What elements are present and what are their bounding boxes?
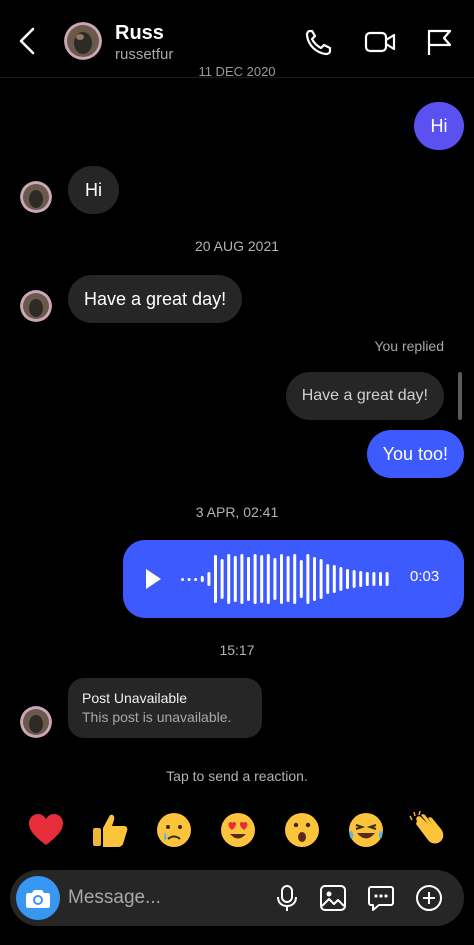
scrollbar[interactable] — [458, 372, 462, 420]
waveform-bar — [306, 554, 310, 604]
post-subtitle: This post is unavailable. — [82, 709, 232, 725]
date-separator: 20 AUG 2021 — [194, 238, 280, 254]
waveform-bar — [253, 554, 257, 604]
message-bubble-outgoing[interactable]: You too! — [366, 430, 464, 478]
waveform-bar — [200, 576, 204, 582]
waveform-bar — [280, 554, 283, 604]
laughing-face-reaction[interactable]: 😂 — [344, 810, 388, 854]
waveform-bar — [313, 557, 316, 601]
plus-icon[interactable] — [414, 883, 444, 913]
waveform-bar — [260, 555, 264, 603]
waveform-bar — [286, 556, 290, 602]
message-bubble-outgoing[interactable]: Hi — [414, 102, 464, 150]
waveform-bar — [273, 558, 277, 600]
clapping-hands-reaction[interactable]: 👏 — [406, 810, 450, 854]
reply-quote-bubble[interactable]: Have a great day! — [285, 372, 444, 420]
waveform-bar — [214, 555, 217, 603]
flag-icon[interactable] — [424, 28, 454, 56]
date-separator-clipped: 11 DEC 2020 — [198, 64, 276, 78]
camera-button[interactable] — [16, 876, 60, 920]
heart-eyes-reaction[interactable]: 😍 — [216, 810, 260, 854]
waveform-bar — [293, 554, 297, 604]
avatar[interactable] — [64, 22, 102, 60]
waveform-bar — [379, 572, 382, 586]
post-title: Post Unavailable — [82, 690, 188, 706]
waveform-bar — [207, 572, 211, 586]
video-icon[interactable] — [364, 28, 396, 56]
post-unavailable-card[interactable]: Post Unavailable This post is unavailabl… — [68, 678, 262, 738]
phone-icon[interactable] — [304, 28, 334, 56]
surprised-face-reaction[interactable]: 😮 — [280, 810, 324, 854]
waveform-bar — [326, 564, 330, 594]
waveform-bar — [266, 554, 270, 604]
avatar[interactable] — [20, 290, 52, 322]
waveform-bar — [181, 578, 184, 581]
waveform-bar — [332, 565, 336, 593]
waveform-bar — [365, 572, 369, 586]
you-replied-label: You replied — [374, 338, 444, 354]
waveform-bar — [240, 554, 244, 604]
timestamp: 15:17 — [219, 642, 255, 658]
waveform-bar — [339, 567, 343, 591]
camera-icon — [26, 890, 50, 908]
image-icon[interactable] — [318, 883, 348, 913]
waveform-bar — [247, 557, 250, 601]
waveform-bar — [299, 560, 303, 598]
waveform-bar — [220, 559, 224, 599]
contact-username[interactable]: russetfur — [115, 46, 173, 63]
heart-reaction[interactable]: ❤️ — [24, 810, 68, 854]
waveform[interactable] — [179, 552, 424, 606]
waveform-bar — [385, 572, 389, 586]
waveform-bar — [187, 578, 191, 581]
message-input[interactable] — [68, 884, 268, 912]
waveform-bar — [233, 556, 237, 602]
reaction-bar: ❤️ 👍 😢 😍 😮 😂 👏 — [0, 806, 474, 862]
voice-duration: 0:03 — [410, 568, 440, 585]
waveform-bar — [359, 571, 363, 587]
waveform-bar — [346, 569, 349, 589]
avatar[interactable] — [20, 706, 52, 738]
back-icon[interactable] — [14, 26, 42, 56]
play-icon[interactable] — [143, 567, 163, 591]
waveform-bar — [227, 554, 231, 604]
waveform-bar — [319, 559, 323, 599]
avatar[interactable] — [20, 181, 52, 213]
message-bubble-incoming[interactable]: Hi — [68, 166, 119, 214]
sticker-icon[interactable] — [366, 883, 396, 913]
message-composer — [10, 870, 464, 926]
waveform-bar — [352, 570, 356, 588]
waveform-bar — [194, 578, 198, 581]
voice-message[interactable]: 0:03 — [123, 540, 464, 618]
contact-name[interactable]: Russ — [115, 22, 164, 45]
timestamp: 3 APR, 02:41 — [195, 504, 279, 520]
message-bubble-incoming[interactable]: Have a great day! — [68, 275, 243, 323]
reaction-hint: Tap to send a reaction. — [166, 768, 308, 784]
microphone-icon[interactable] — [272, 883, 302, 913]
waveform-bar — [372, 572, 376, 586]
crying-face-reaction[interactable]: 😢 — [152, 810, 196, 854]
thumbs-up-reaction[interactable]: 👍 — [88, 810, 132, 854]
